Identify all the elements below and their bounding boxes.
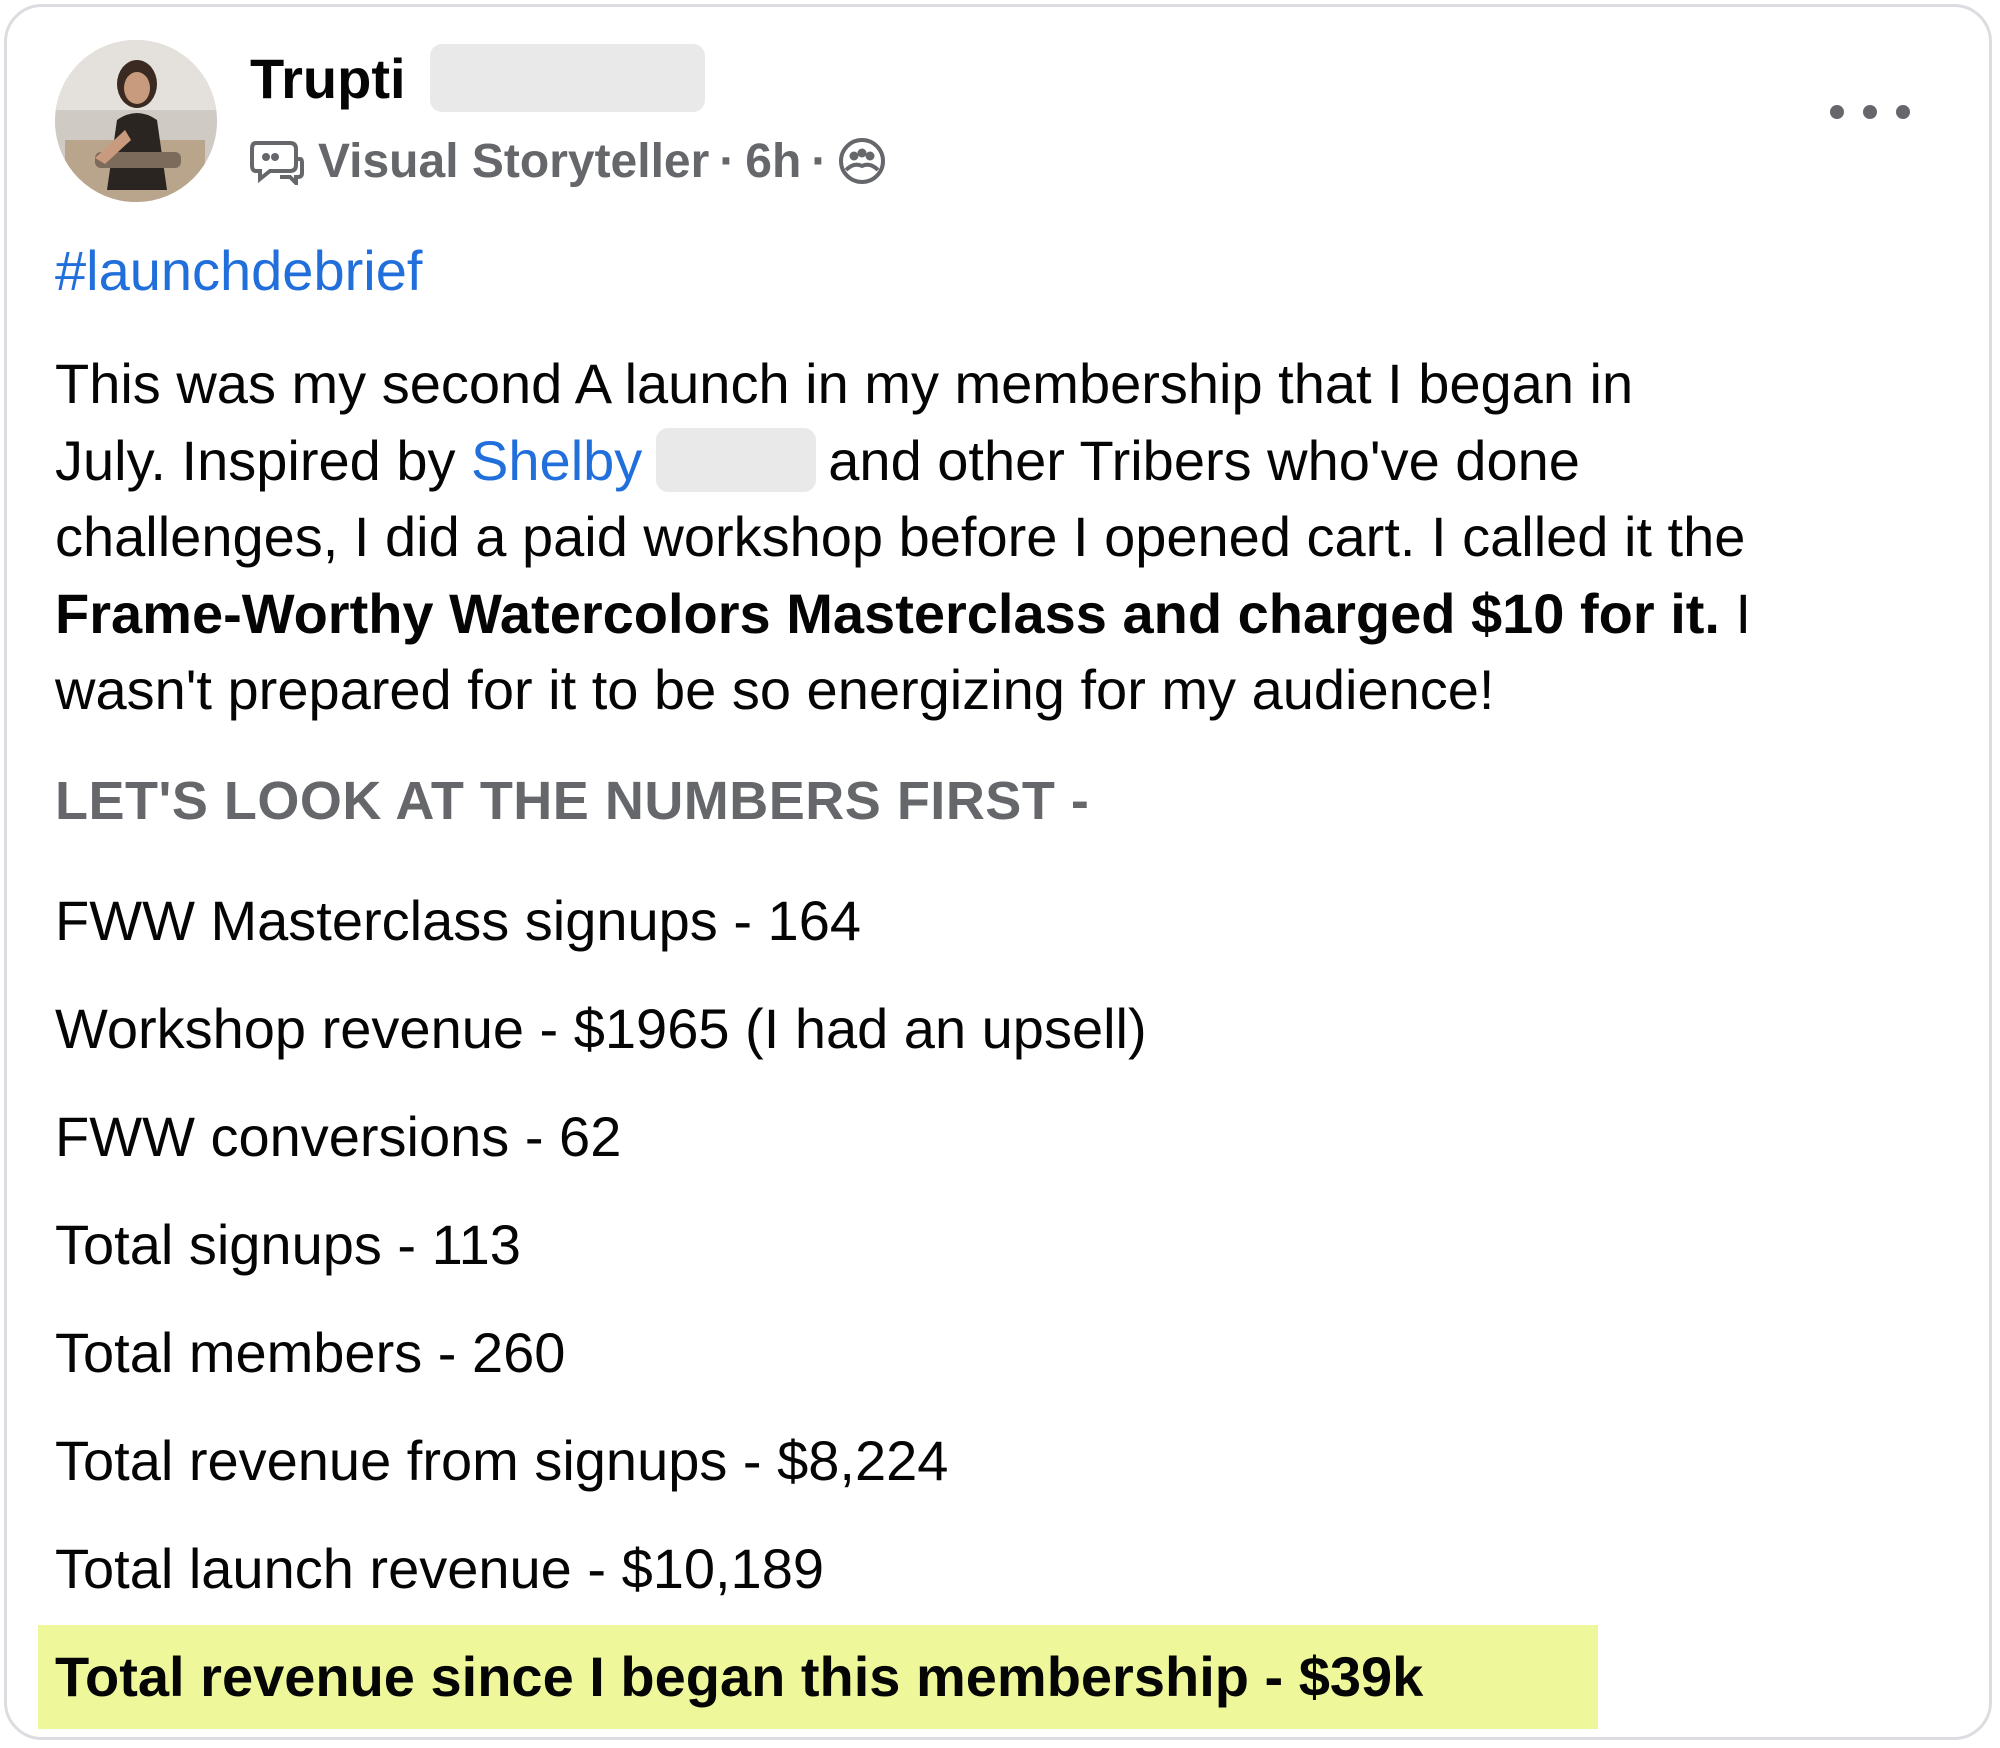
body-line: wasn't prepared for it to be so energizi… (55, 658, 1495, 721)
author-badge[interactable]: Visual Storyteller (318, 134, 709, 189)
stat-line: Total launch revenue - $10,189 (55, 1537, 824, 1600)
author-name[interactable]: Trupti (250, 46, 406, 112)
post-meta: Visual Storyteller · 6h · (250, 126, 887, 196)
post-body: This was my second A launch in my member… (55, 346, 1955, 729)
body-line: Frame-Worthy Watercolors Masterclass and… (55, 576, 1955, 653)
numbers-heading: LET'S LOOK AT THE NUMBERS FIRST - (55, 771, 1090, 831)
stat-line: FWW Masterclass signups - 164 (55, 889, 861, 952)
body-text: I (1719, 581, 1752, 645)
post-timestamp[interactable]: 6h (745, 134, 801, 189)
dot (1830, 105, 1844, 119)
highlighted-total-line: Total revenue since I began this members… (55, 1645, 1424, 1708)
dot (1896, 105, 1910, 119)
stat-line: Total signups - 113 (55, 1213, 521, 1276)
meta-separator: · (719, 134, 736, 188)
body-text: July. Inspired by (55, 428, 472, 492)
body-text: and other Tribers who've done (828, 428, 1580, 492)
dot (1863, 105, 1877, 119)
body-line: July. Inspired by Shelby and other Triber… (55, 423, 1955, 500)
stat-line: Total revenue from signups - $8,224 (55, 1429, 949, 1492)
speech-bubble-icon (250, 137, 304, 185)
meta-separator: · (811, 134, 828, 188)
body-line: challenges, I did a paid workshop before… (55, 505, 1746, 568)
bold-text: Frame-Worthy Watercolors Masterclass and… (55, 581, 1720, 645)
mention-link[interactable]: Shelby (471, 429, 642, 492)
hashtag-link[interactable]: #launchdebrief (55, 236, 422, 306)
redacted-surname (430, 44, 705, 112)
body-line: This was my second A launch in my member… (55, 352, 1634, 415)
stat-line: Workshop revenue - $1965 (I had an upsel… (55, 997, 1147, 1060)
group-icon[interactable] (837, 136, 887, 186)
stat-line: FWW conversions - 62 (55, 1105, 622, 1168)
redacted-surname (656, 427, 817, 492)
more-options-icon[interactable] (1830, 92, 1910, 132)
stat-line: Total members - 260 (55, 1321, 566, 1384)
avatar[interactable] (55, 40, 217, 202)
